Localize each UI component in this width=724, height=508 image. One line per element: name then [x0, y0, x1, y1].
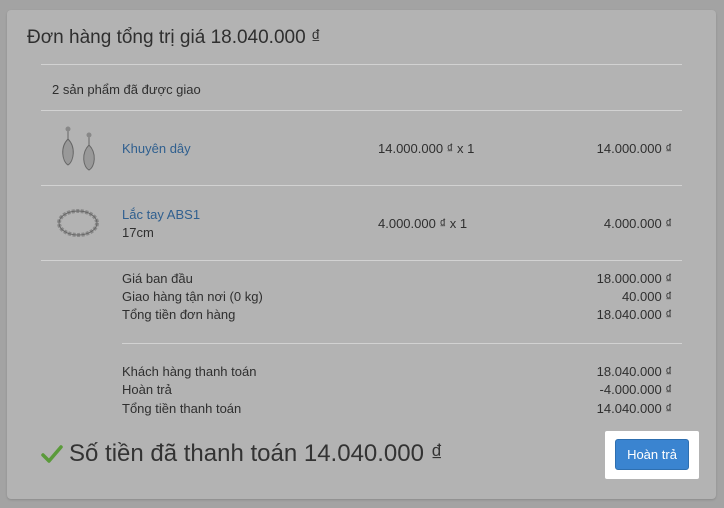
payment-label: Hoàn trả: [122, 382, 172, 397]
divider: [122, 343, 682, 344]
payment-label: Tổng tiền thanh toán: [122, 401, 242, 416]
shipped-label: 2 sản phẩm đã được giao: [52, 82, 201, 97]
item-total: 14.000.000 ₫: [596, 141, 672, 156]
payment-value: 14.040.000 ₫: [596, 401, 672, 416]
summary-value: 40.000 ₫: [621, 289, 672, 304]
item-name-link[interactable]: Khuyên dây: [122, 141, 191, 156]
divider: [41, 185, 682, 186]
paid-status: Số tiền đã thanh toán 14.040.000 ₫: [41, 440, 443, 468]
divider: [41, 64, 682, 65]
payment-label: Khách hàng thanh toán: [122, 364, 257, 379]
refund-button[interactable]: Hoàn trả: [615, 439, 689, 470]
refund-button-highlight: Hoàn trả: [605, 431, 699, 479]
paid-amount-text: Số tiền đã thanh toán 14.040.000 ₫: [69, 440, 443, 467]
divider: [41, 110, 682, 111]
summary-value: 18.040.000 ₫: [596, 307, 672, 322]
order-card: Đơn hàng tổng trị giá 18.040.000 ₫ 2 sản…: [7, 10, 716, 499]
item-total: 4.000.000 ₫: [603, 216, 672, 231]
earring-icon: [62, 126, 95, 171]
checkmark-icon: [41, 445, 63, 463]
summary-label: Giao hàng tận nơi (0 kg): [122, 289, 263, 304]
summary-label: Tổng tiền đơn hàng: [122, 307, 236, 322]
payment-value: 18.040.000 ₫: [596, 364, 672, 379]
summary-value: 18.000.000 ₫: [596, 271, 672, 286]
payment-value: -4.000.000 ₫: [599, 382, 672, 397]
summary-label: Giá ban đầu: [122, 271, 193, 286]
item-variant: 17cm: [122, 225, 154, 240]
item-price-qty: 4.000.000 ₫ x 1: [378, 216, 468, 231]
divider: [41, 260, 682, 261]
item-name-link[interactable]: Lắc tay ABS1: [122, 207, 200, 222]
item-price-qty: 14.000.000 ₫ x 1: [378, 141, 475, 156]
order-title: Đơn hàng tổng trị giá 18.040.000 ₫: [27, 27, 321, 48]
bracelet-icon: [57, 209, 99, 237]
